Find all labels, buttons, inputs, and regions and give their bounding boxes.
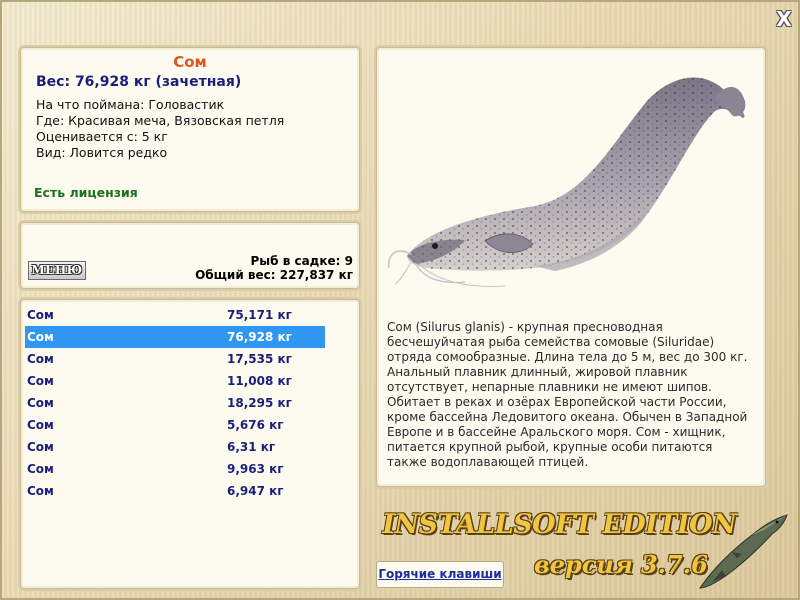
logo-version: версия 3.7.6	[534, 550, 708, 579]
catch-fish-name: Сом	[27, 308, 54, 322]
close-icon[interactable]: X	[774, 9, 794, 29]
logo-version-word: версия	[534, 550, 633, 579]
keepnet-fish-count: Рыб в садке: 9	[250, 254, 354, 268]
catch-fish-weight: 5,676 кг	[227, 418, 284, 432]
catch-list-row[interactable]: Сом 6,31 кг	[25, 436, 325, 458]
catch-fish-name: Сом	[27, 352, 54, 366]
hotkeys-button[interactable]: Горячие клавиши	[376, 561, 504, 588]
keepnet-panel: МЕНЮ Рыб в садке: 9 Общий вес: 227,837 к…	[20, 222, 360, 289]
game-window: X Сом Вес: 76,928 кг (зачетная) На что п…	[0, 0, 800, 600]
catch-list-row[interactable]: Сом 76,928 кг	[25, 326, 325, 348]
catch-fish-weight: 75,171 кг	[227, 308, 292, 322]
catch-list-row[interactable]: Сом 9,963 кг	[25, 458, 325, 480]
fish-info-panel: Сом Вес: 76,928 кг (зачетная) На что пой…	[20, 47, 360, 212]
min-weight-info: Оценивается с: 5 кг	[36, 129, 168, 144]
bait-info: На что поймана: Головастик	[36, 97, 225, 112]
menu-button[interactable]: МЕНЮ	[28, 261, 86, 280]
catch-fish-weight: 11,008 кг	[227, 374, 292, 388]
catch-fish-name: Сом	[27, 330, 54, 344]
fish-picture-panel: Сом (Silurus glanis) - крупная пресновод…	[376, 47, 766, 487]
fish-description: Сом (Silurus glanis) - крупная пресновод…	[387, 320, 748, 469]
catch-list-row[interactable]: Сом 6,947 кг	[25, 480, 325, 502]
logo-title: INSTALLSOFT EDITION	[379, 509, 739, 540]
catch-fish-weight: 76,928 кг	[227, 330, 292, 344]
keepnet-total-weight: Общий вес: 227,837 кг	[195, 268, 353, 282]
catch-list-row[interactable]: Сом 5,676 кг	[25, 414, 325, 436]
catch-fish-weight: 6,31 кг	[227, 440, 276, 454]
catch-fish-weight: 6,947 кг	[227, 484, 284, 498]
catch-list-row[interactable]: Сом 17,535 кг	[25, 348, 325, 370]
fish-weight: Вес: 76,928 кг (зачетная)	[36, 74, 242, 90]
catch-list-row[interactable]: Сом 75,171 кг	[25, 304, 325, 326]
catch-fish-name: Сом	[27, 484, 54, 498]
location-info: Где: Красивая меча, Вязовская петля	[36, 113, 285, 128]
catch-fish-name: Сом	[27, 418, 54, 432]
catch-list-row[interactable]: Сом 18,295 кг	[25, 392, 325, 414]
catch-fish-name: Сом	[27, 462, 54, 476]
rarity-info: Вид: Ловится редко	[36, 145, 168, 160]
fish-title: Сом	[173, 53, 207, 71]
catch-fish-weight: 17,535 кг	[227, 352, 292, 366]
catfish-image	[387, 77, 746, 287]
catch-fish-name: Сом	[27, 440, 54, 454]
catch-fish-name: Сом	[27, 396, 54, 410]
license-status: Есть лицензия	[34, 185, 138, 200]
catch-list: Сом 75,171 кг Сом 76,928 кг Сом 17,535 кг Сом 1…	[20, 299, 360, 589]
catch-fish-weight: 18,295 кг	[227, 396, 292, 410]
catch-list-row[interactable]: Сом 11,008 кг	[25, 370, 325, 392]
catch-fish-weight: 9,963 кг	[227, 462, 284, 476]
catch-fish-name: Сом	[27, 374, 54, 388]
sturgeon-logo-icon	[699, 514, 788, 589]
